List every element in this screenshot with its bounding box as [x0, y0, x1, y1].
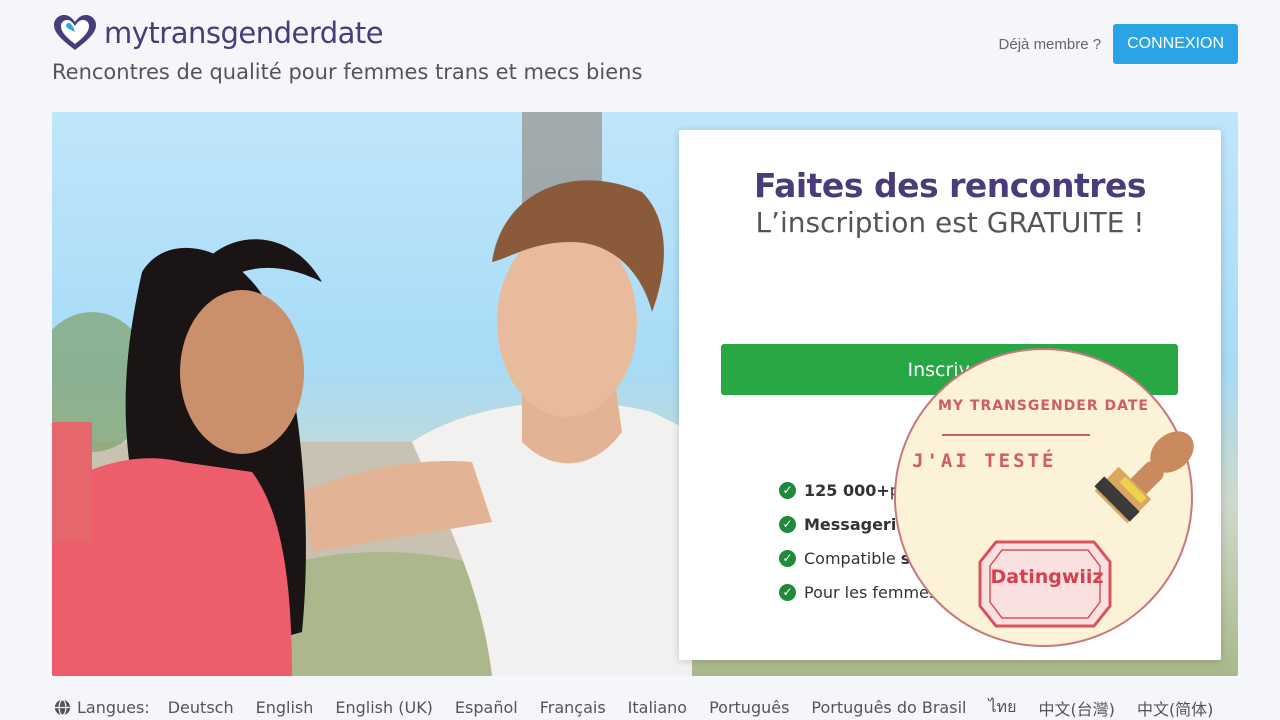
heart-logo-icon [54, 15, 96, 50]
badge-divider [942, 434, 1090, 436]
globe-icon [54, 699, 71, 716]
feature-text: Pour les femmes [804, 582, 938, 602]
card-title: Faites des rencontres [753, 166, 1147, 205]
feature-bold: 125 000+ [804, 480, 890, 500]
language-link-thai[interactable]: ไทย [988, 695, 1016, 720]
check-icon: ✓ [779, 481, 796, 499]
language-bar: Langues: Deutsch English English (UK) Es… [54, 695, 1235, 720]
check-icon: ✓ [779, 549, 796, 567]
rubber-stamp-icon [1094, 431, 1194, 524]
tagline: Rencontres de qualité pour femmes trans … [52, 60, 643, 84]
check-icon: ✓ [779, 515, 796, 533]
languages-label: Langues: [77, 698, 150, 717]
feature-text: Compatible [804, 548, 901, 568]
logo-text: mytransgenderdate [104, 16, 384, 50]
language-link-espanol[interactable]: Español [455, 698, 518, 717]
language-link-francais[interactable]: Français [540, 698, 606, 717]
language-link-italiano[interactable]: Italiano [628, 698, 687, 717]
login-button[interactable]: CONNEXION [1113, 24, 1238, 64]
language-link-deutsch[interactable]: Deutsch [168, 698, 234, 717]
feature-bold: Messagerie [804, 514, 908, 534]
language-link-portugues-brasil[interactable]: Português do Brasil [811, 698, 966, 717]
language-link-chinese-simplified[interactable]: 中文(简体) [1137, 696, 1214, 720]
language-link-chinese-traditional[interactable]: 中文(台灣) [1038, 696, 1115, 720]
language-link-portugues[interactable]: Português [709, 698, 789, 717]
badge-title: MY TRANSGENDER DATE [937, 398, 1149, 414]
language-link-english[interactable]: English [256, 698, 314, 717]
member-area: Déjà membre ? CONNEXION [999, 24, 1238, 64]
header: mytransgenderdate Rencontres de qualité … [52, 14, 642, 84]
review-badge: MY TRANSGENDER DATE J'AI TESTÉ Datingwii… [894, 348, 1194, 647]
check-icon: ✓ [779, 583, 796, 601]
member-question: Déjà membre ? [998, 35, 1102, 53]
feature-item: ✓ Pour les femmes [779, 575, 937, 609]
language-link-english-uk[interactable]: English (UK) [335, 698, 433, 717]
badge-tested: J'AI TESTÉ [912, 450, 1057, 472]
logo[interactable]: mytransgenderdate [52, 14, 642, 52]
badge-brand: Datingwiiz [990, 566, 1104, 588]
card-subtitle: L’inscription est GRATUITE ! [755, 206, 1145, 239]
